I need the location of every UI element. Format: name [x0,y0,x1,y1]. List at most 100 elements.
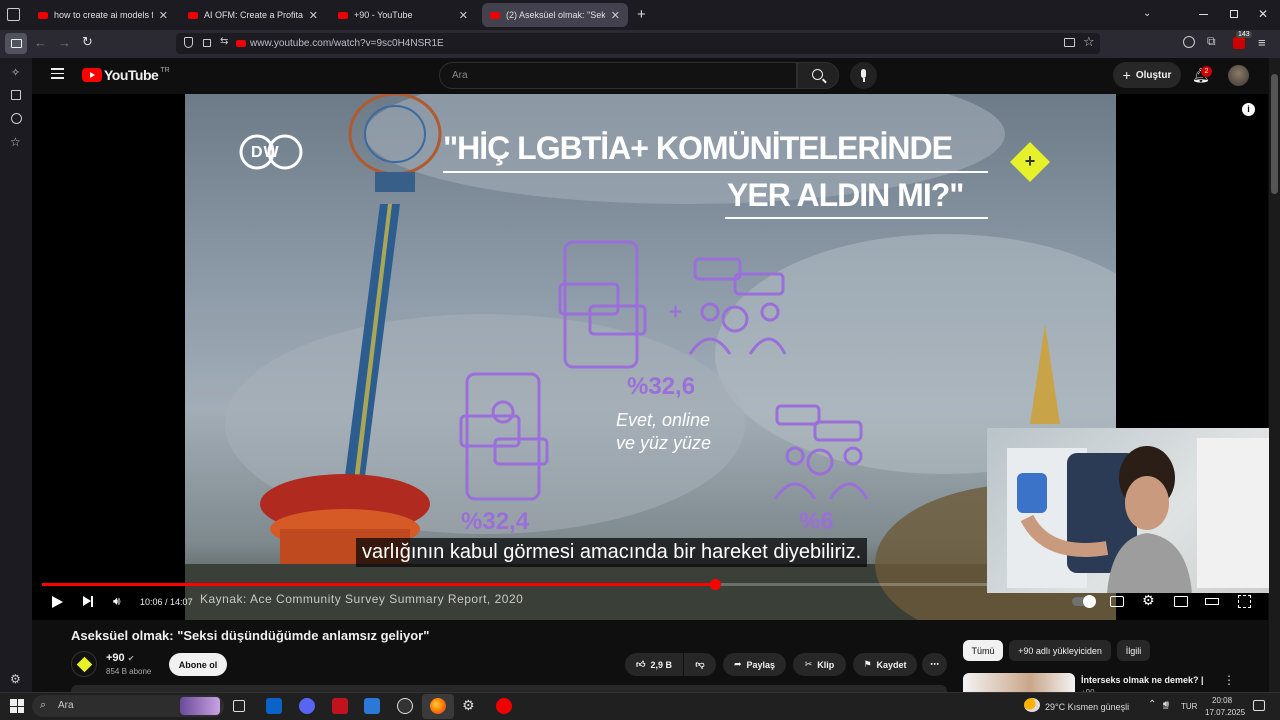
search-input[interactable]: Ara [439,62,797,89]
account-icon[interactable] [1183,36,1195,48]
chip-all[interactable]: Tümü [963,640,1003,661]
youtube-play-logo-icon [82,68,102,82]
voice-search-button[interactable] [850,62,877,89]
dislike-button[interactable]: 👎︎ [684,653,716,676]
chip-related[interactable]: İlgili [1117,640,1150,661]
plus-icon: + [1122,67,1131,83]
tray-overflow-icon[interactable]: ⌃ [1148,699,1156,710]
related-more-icon[interactable]: ⋮ [1223,673,1235,687]
share-button[interactable]: ➦ Paylaş [723,653,786,676]
page-scrollbar[interactable] [1269,58,1280,692]
close-tab-icon[interactable]: ✕ [611,9,620,22]
clock-date[interactable]: 17.07.2025 [1205,708,1245,717]
clock-time[interactable]: 20:08 [1212,696,1232,705]
avatar[interactable] [1228,65,1249,86]
extensions-icon[interactable]: ⧉ [1207,34,1216,49]
permissions-icon[interactable]: ⇆ [220,36,228,47]
clip-button[interactable]: ✂ Klip [793,653,846,676]
video-info-icon[interactable]: i [1242,103,1255,116]
region-code: TR [160,67,170,74]
settings-gear-icon[interactable]: ⚙ [1142,592,1155,609]
history-icon[interactable] [11,113,22,124]
firefox-taskbar-item[interactable] [422,694,454,719]
channel-avatar[interactable] [71,651,97,677]
app-blue-window-icon[interactable] [364,698,380,714]
guide-menu-icon[interactable] [51,68,64,79]
youtube-favicon-icon [188,11,198,19]
taskbar-search[interactable]: ⌕ Ara [32,695,224,717]
tab-overflow-chevron-icon[interactable]: ⌄ [1143,8,1151,19]
tab-list-icon[interactable] [7,8,20,21]
settings-gear-icon[interactable]: ⚙ [462,697,475,714]
close-tab-icon[interactable]: ✕ [159,9,168,22]
youtube-favicon-icon [338,11,348,19]
next-video-icon[interactable] [83,596,93,607]
reload-icon[interactable]: ↻ [82,34,93,50]
channel-logo-icon [76,656,92,673]
obs-icon[interactable] [397,698,413,714]
youtube-app-icon[interactable] [496,698,512,714]
close-window-icon[interactable]: ✕ [1258,7,1268,21]
like-button[interactable]: 👍︎ 2,9 B [625,653,683,676]
browser-tab-1[interactable]: how to create ai models for onl ✕ [30,3,176,27]
theater-mode-icon[interactable] [1205,598,1219,605]
picture-in-picture-icon[interactable] [1064,38,1075,47]
bookmarks-icon[interactable]: ☆ [10,135,21,149]
notification-center-icon[interactable] [1253,700,1265,711]
weather-icon[interactable] [1024,698,1040,712]
related-video-title[interactable]: İnterseks olmak ne demek? | [1081,675,1204,685]
play-button[interactable] [52,596,63,608]
youtube-logo[interactable]: YouTube TR [82,67,170,83]
minimize-icon[interactable] [1199,14,1208,15]
save-button[interactable]: ⚑ Kaydet [853,653,917,676]
close-tab-icon[interactable]: ✕ [309,9,318,22]
ai-chatbot-icon[interactable]: ✧ [11,66,20,79]
more-actions-button[interactable]: ⋯ [922,653,947,676]
subscribe-button[interactable]: Abone ol [169,653,227,676]
windows-start-icon[interactable] [10,699,24,713]
menu-icon[interactable]: ≡ [1258,35,1266,50]
extension-shield-icon[interactable] [1233,37,1245,49]
chip-from-uploader[interactable]: +90 adlı yükleyiciden [1009,640,1111,661]
related-video-thumbnail[interactable] [963,673,1075,692]
autoplay-toggle[interactable] [1072,595,1096,608]
browser-tab-2[interactable]: AI OFM: Create a Profitable AI I ✕ [180,3,326,27]
url-text[interactable]: www.youtube.com/watch?v=9sc0H4NSR1E [250,38,444,49]
synced-tabs-icon[interactable] [11,90,21,100]
browser-tab-3[interactable]: +90 - YouTube ✕ [330,3,476,27]
bookmark-star-icon[interactable]: ☆ [1083,34,1095,50]
input-language[interactable]: TUR [1181,702,1197,711]
shield-icon[interactable] [184,37,193,48]
channel-name[interactable]: +90 ✔ [106,652,134,664]
task-view-icon[interactable] [233,700,245,712]
discord-icon[interactable] [299,698,315,714]
sidebar-toggle-icon[interactable] [5,33,27,54]
volume-icon[interactable]: 🔊︎ [113,594,121,609]
weather-text[interactable]: 29°C Kısmen güneşli [1045,702,1129,712]
streamer-webcam-overlay [987,428,1280,593]
speaker-icon[interactable]: 🔊︎ [1163,699,1169,710]
new-tab-icon[interactable]: + [637,6,646,23]
customize-sidebar-icon[interactable]: ⚙ [10,672,21,686]
lock-icon[interactable] [203,39,211,47]
outlook-icon[interactable] [266,698,282,714]
fullscreen-icon[interactable] [1238,595,1251,608]
extension-badge: 143 [1236,31,1252,38]
close-tab-icon[interactable]: ✕ [459,9,468,22]
miniplayer-icon[interactable] [1174,596,1188,607]
subtitles-icon[interactable] [1110,596,1124,607]
search-button[interactable] [797,62,839,89]
channel-brand-text: DW [251,144,280,161]
browser-tab-4[interactable]: (2) Aseksüel olmak: "Seksi düşü ✕ [482,3,628,27]
forward-icon[interactable]: → [58,35,71,50]
create-button[interactable]: + Oluştur [1113,62,1181,88]
restore-icon[interactable] [1230,10,1238,18]
description-box[interactable] [71,685,947,692]
scrollbar-thumb[interactable] [1271,74,1278,194]
search-highlight-image [180,697,220,715]
back-icon[interactable]: ← [34,35,47,50]
notification-count-badge: 2 [1201,66,1212,77]
tab-title: +90 - YouTube [354,10,413,20]
video-subtitle: varlığının kabul görmesi amacında bir ha… [356,538,868,567]
app-red-icon[interactable] [332,698,348,714]
